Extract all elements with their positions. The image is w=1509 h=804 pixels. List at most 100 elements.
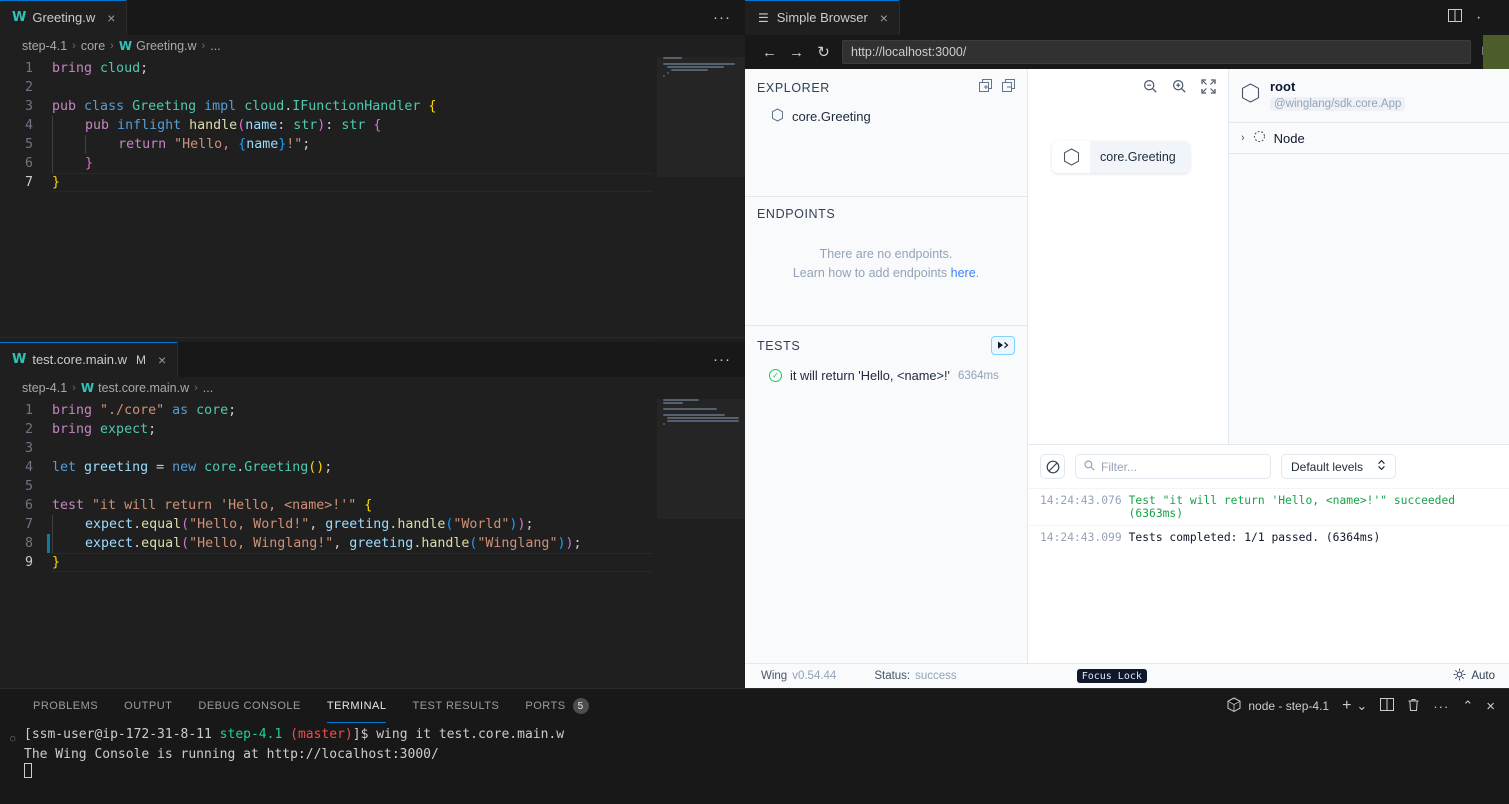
chevron-right-icon[interactable]: › (1241, 132, 1245, 144)
code-token: "Hello, Winglang!" (189, 536, 333, 551)
close-icon[interactable]: × (158, 353, 166, 367)
breadcrumb-item-0[interactable]: step-4.1 (22, 39, 67, 53)
code-line[interactable]: 6 } (0, 154, 745, 173)
close-icon[interactable]: × (880, 10, 888, 26)
line-number: 9 (0, 553, 52, 572)
minimap-slider[interactable] (657, 57, 745, 177)
reload-icon[interactable]: ↻ (815, 43, 832, 61)
terminal-output[interactable]: ○[ssm-user@ip-172-31-8-11 step-4.1 (mast… (0, 723, 1509, 778)
panel-tab-output[interactable]: OUTPUT (111, 689, 185, 723)
code-line[interactable]: 1bring "./core" as core; (0, 401, 745, 420)
code-token: { (364, 498, 372, 513)
endpoints-empty-state: There are no endpoints. Learn how to add… (745, 229, 1027, 283)
zoom-out-icon[interactable] (1143, 79, 1158, 97)
code-line[interactable]: 4 pub inflight handle(name: str): str { (0, 116, 745, 135)
split-editor-icon[interactable] (1448, 9, 1462, 27)
code-token: { (373, 118, 381, 133)
code-line[interactable]: 3 (0, 439, 745, 458)
code-token: ( (181, 536, 189, 551)
panel-tab-test-results[interactable]: TEST RESULTS (399, 689, 512, 723)
code-token: greeting (349, 536, 413, 551)
breadcrumb-item-1[interactable]: core (81, 39, 105, 53)
code-line[interactable]: 6test "it will return 'Hello, <name>!'" … (0, 496, 745, 515)
code-line[interactable]: 9} (0, 553, 745, 572)
details-tree-label: Node (1274, 131, 1305, 146)
editor-actions-top[interactable]: ··· (713, 0, 745, 35)
panel-tab-ports[interactable]: PORTS5 (512, 689, 601, 723)
minimap-slider[interactable] (657, 399, 745, 519)
code-token (181, 118, 189, 133)
details-root-row[interactable]: root @winglang/sdk.core.App (1229, 69, 1509, 123)
details-tree-item-node[interactable]: › Node (1229, 123, 1509, 154)
code-token: } (85, 156, 93, 171)
focus-lock-badge[interactable]: Focus Lock (1077, 669, 1147, 683)
tab-greeting-w[interactable]: W Greeting.w × (0, 0, 127, 35)
code-line[interactable]: 4let greeting = new core.Greeting(); (0, 458, 745, 477)
clear-console-icon[interactable] (1040, 454, 1065, 479)
panel-tab-debug-console[interactable]: DEBUG CONSOLE (185, 689, 313, 723)
terminal-selector[interactable]: node - step-4.1 (1227, 697, 1329, 715)
breadcrumb-item-2[interactable]: Greeting.w (136, 39, 196, 53)
test-item[interactable]: ✓ it will return 'Hello, <name>!' 6364ms (745, 363, 1027, 388)
tab-test-core-main-w[interactable]: W test.core.main.w M × (0, 342, 178, 377)
chevron-down-icon[interactable]: ⌄ (1356, 698, 1367, 714)
endpoints-help-link[interactable]: here (951, 266, 976, 280)
panel-tab-problems[interactable]: PROBLEMS (20, 689, 111, 723)
console-theme-auto[interactable]: Auto (1453, 668, 1509, 684)
line-content: pub class Greeting impl cloud.IFunctionH… (52, 97, 436, 116)
url-input[interactable]: http://localhost:3000/ (842, 40, 1471, 64)
split-terminal-icon[interactable] (1380, 698, 1394, 714)
code-line[interactable]: 2bring expect; (0, 420, 745, 439)
code-line[interactable]: 8 expect.equal("Hello, Winglang!", greet… (0, 534, 745, 553)
more-actions-icon[interactable]: ··· (713, 9, 731, 26)
fit-screen-icon[interactable] (1201, 79, 1216, 97)
maximize-panel-icon[interactable]: ⌃ (1462, 698, 1473, 714)
breadcrumb-item-1[interactable]: test.core.main.w (98, 381, 189, 395)
code-token: () (308, 460, 324, 475)
console-toolbar: Filter... Default levels (1028, 445, 1509, 488)
minimap-top[interactable] (657, 57, 745, 343)
code-line[interactable]: 3pub class Greeting impl cloud.IFunction… (0, 97, 745, 116)
code-line[interactable]: 5 return "Hello, {name}!"; (0, 135, 745, 154)
code-line[interactable]: 7} (0, 173, 745, 192)
code-line[interactable]: 2 (0, 78, 745, 97)
editor-pane-divider[interactable] (0, 337, 745, 338)
panel-tab-terminal[interactable]: TERMINAL (314, 689, 400, 723)
code-token: cloud (100, 61, 140, 76)
close-panel-icon[interactable]: × (1486, 698, 1495, 715)
code-token: ; (324, 460, 332, 475)
console-filter-input[interactable]: Filter... (1075, 454, 1271, 479)
code-editor-test[interactable]: 1bring "./core" as core;2bring expect;34… (0, 399, 745, 688)
canvas-node-core-greeting[interactable]: core.Greeting (1052, 141, 1190, 173)
current-line-highlight (52, 173, 653, 192)
line-number: 3 (0, 439, 52, 458)
code-editor-greeting[interactable]: 1bring cloud;23pub class Greeting impl c… (0, 57, 745, 343)
code-token: ; (140, 61, 148, 76)
code-line[interactable]: 5 (0, 477, 745, 496)
expand-all-icon[interactable] (979, 79, 992, 97)
zoom-in-icon[interactable] (1172, 79, 1187, 97)
editor-actions-bottom[interactable]: ··· (713, 342, 745, 377)
more-actions-icon[interactable]: ··· (713, 351, 731, 368)
code-token: . (133, 536, 141, 551)
explorer-item-core-greeting[interactable]: core.Greeting (745, 105, 1027, 128)
breadcrumb-item-3[interactable]: ... (210, 39, 220, 53)
console-levels-select[interactable]: Default levels (1281, 454, 1396, 479)
forward-icon[interactable]: → (788, 44, 805, 61)
collapse-all-icon[interactable] (1002, 79, 1015, 97)
run-all-tests-icon[interactable] (991, 336, 1015, 355)
tests-header: TESTS (745, 326, 1027, 363)
code-line[interactable]: 7 expect.equal("Hello, World!", greeting… (0, 515, 745, 534)
breadcrumb-item-2[interactable]: ... (203, 381, 213, 395)
trash-icon[interactable] (1407, 698, 1420, 715)
details-root-type: @winglang/sdk.core.App (1270, 97, 1405, 111)
close-icon[interactable]: × (107, 11, 115, 25)
minimap-bottom[interactable] (657, 399, 745, 688)
code-token: : (325, 118, 341, 133)
breadcrumb-item-0[interactable]: step-4.1 (22, 381, 67, 395)
more-actions-icon[interactable]: ··· (1433, 699, 1449, 714)
back-icon[interactable]: ← (761, 44, 778, 61)
new-terminal-icon[interactable]: + (1342, 697, 1351, 715)
code-line[interactable]: 1bring cloud; (0, 59, 745, 78)
tab-simple-browser[interactable]: ☰ Simple Browser × (745, 0, 900, 35)
